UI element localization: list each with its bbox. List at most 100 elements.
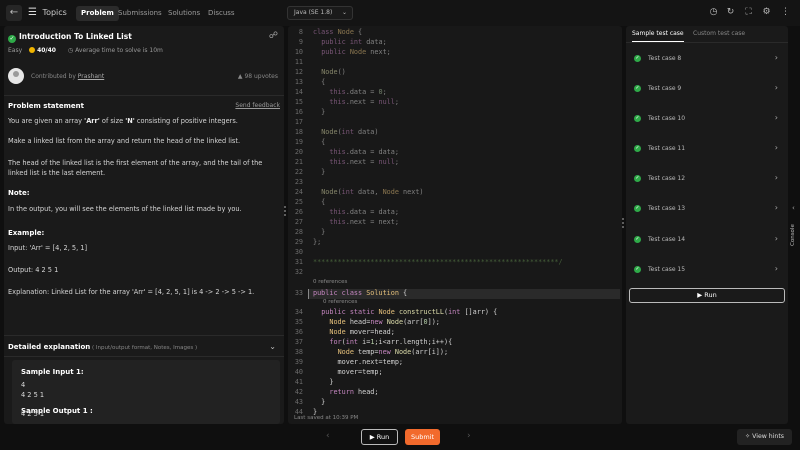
chevron-right-icon: › [774, 203, 778, 212]
references-label[interactable]: 0 references [313, 279, 347, 285]
test-case-label: Test case 9 [648, 85, 682, 92]
code-line: 14 this.data = 0; [294, 88, 387, 96]
note-heading: Note: [8, 189, 30, 197]
test-case-item[interactable]: ✓ Test case 15 › [632, 264, 782, 276]
passed-check-icon: ✓ [634, 145, 641, 152]
run-button[interactable]: ▶ Run [361, 429, 398, 445]
play-icon: ▶ [369, 433, 375, 441]
code-editor[interactable]: 8 class Node { 9 public int data; 10 publ… [288, 26, 622, 424]
statement-para-3: The head of the linked list is the first… [8, 159, 263, 177]
test-case-item[interactable]: ✓ Test case 8 › [632, 53, 782, 65]
code-line: 24 Node(int data, Node next) [294, 188, 424, 196]
avatar [8, 68, 24, 84]
next-arrow-icon[interactable]: › [467, 431, 471, 441]
code-line: 26 this.data = data; [294, 208, 399, 216]
references-label[interactable]: 0 references [323, 299, 357, 305]
difficulty-label: Easy [8, 47, 23, 54]
settings-icon[interactable]: ⚙ [761, 7, 772, 18]
send-feedback-link[interactable]: Send feedback [235, 102, 280, 109]
play-icon: ▶ [697, 291, 703, 299]
topics-button[interactable]: ☰ Topics [28, 6, 67, 20]
chevron-right-icon: › [774, 234, 778, 243]
language-select[interactable]: Java (SE 1.8) ⌄ [287, 6, 353, 20]
submit-button[interactable]: Submit [405, 429, 440, 445]
back-arrow-icon[interactable]: ← [6, 5, 22, 21]
detailed-explanation-toggle[interactable]: Detailed explanation ( Input/output form… [4, 335, 284, 357]
code-line: 32 [294, 268, 303, 276]
test-case-label: Test case 10 [648, 115, 686, 122]
divider [4, 95, 284, 96]
test-case-label: Test case 13 [648, 205, 686, 212]
code-line: 35 Node head=new Node(arr[0]); [294, 318, 440, 326]
code-line: 37 for(int i=1;i<arr.length;i++){ [294, 338, 453, 346]
passed-check-icon: ✓ [634, 175, 641, 182]
code-line: 23 [294, 178, 303, 186]
fullscreen-icon[interactable]: ⛶ [743, 7, 754, 18]
tab-custom-test-case[interactable]: Custom test case [693, 30, 745, 42]
chevron-down-icon: ⌄ [341, 9, 347, 16]
code-line: 42 return head; [294, 388, 379, 396]
code-line: 40 mover=temp; [294, 368, 383, 376]
code-line: 19 { [294, 138, 326, 146]
refresh-icon[interactable]: ↻ [725, 7, 736, 18]
timer-icon[interactable]: ◷ [708, 7, 719, 18]
language-value: Java (SE 1.8) [294, 9, 333, 16]
menu-icon: ☰ [28, 7, 37, 18]
top-bar: ← ☰ Topics Problem Submissions Solutions… [0, 0, 800, 26]
statement-para-2: Make a linked list from the array and re… [8, 137, 241, 145]
chevron-right-icon: › [774, 53, 778, 62]
prev-arrow-icon[interactable]: ‹ [326, 431, 330, 441]
code-line: 15 this.next = null; [294, 98, 399, 106]
tab-solutions[interactable]: Solutions [163, 6, 205, 21]
test-case-item[interactable]: ✓ Test case 13 › [632, 203, 782, 215]
test-case-item[interactable]: ✓ Test case 10 › [632, 113, 782, 125]
code-line: 10 public Node next; [294, 48, 391, 56]
tab-discuss[interactable]: Discuss [203, 6, 240, 21]
code-line: 41 } [294, 378, 334, 386]
example-explanation: Explanation: Linked List for the array '… [8, 288, 255, 296]
code-line: 28 } [294, 228, 326, 236]
test-case-item[interactable]: ✓ Test case 12 › [632, 173, 782, 185]
code-line: 9 public int data; [298, 38, 387, 46]
test-cases-panel: Sample test case Custom test case ✓ Test … [626, 26, 788, 424]
chevron-right-icon: › [774, 113, 778, 122]
run-test-button[interactable]: ▶ Run [629, 288, 785, 303]
upvotes-count: 98 upvotes [244, 73, 278, 80]
statement-para-1: You are given an array 'Arr' of size 'N'… [8, 117, 238, 125]
chevron-left-icon: ‹ [792, 204, 795, 212]
tab-sample-test-case[interactable]: Sample test case [632, 30, 684, 42]
passed-check-icon: ✓ [634, 55, 641, 62]
test-case-item[interactable]: ✓ Test case 14 › [632, 234, 782, 246]
problem-panel: ✓ Introduction To Linked List ☍ Easy 40/4… [4, 26, 284, 424]
topics-label: Topics [42, 8, 67, 17]
test-case-item[interactable]: ✓ Test case 11 › [632, 143, 782, 155]
more-icon[interactable]: ⋮ [780, 7, 791, 18]
right-resize-handle[interactable] [622, 218, 625, 232]
problem-meta: Easy 40/40 ◷ Average time to solve is 10m [8, 47, 163, 54]
contributor-link[interactable]: Prashant [78, 73, 104, 80]
sample-input-heading: Sample Input 1: [21, 368, 84, 376]
code-line: 18 Node(int data) [294, 128, 379, 136]
test-case-item[interactable]: ✓ Test case 9 › [632, 83, 782, 95]
left-resize-handle[interactable] [284, 206, 287, 220]
tab-submissions[interactable]: Submissions [113, 6, 167, 21]
console-toggle[interactable]: ‹ Console [790, 26, 800, 424]
note-text: In the output, you will see the elements… [8, 205, 242, 213]
score-value: 40/40 [37, 47, 56, 54]
share-icon[interactable]: ☍ [269, 31, 278, 41]
statement-heading: Problem statement [8, 102, 84, 110]
code-line: 13 { [294, 78, 326, 86]
chevron-right-icon: › [774, 173, 778, 182]
contributor-row: Contributed by Prashant ▲ 98 upvotes [8, 68, 280, 86]
run-label: Run [704, 291, 717, 299]
code-line: 21 this.next = null; [294, 158, 399, 166]
chevron-down-icon: ⌄ [269, 342, 276, 351]
code-line: 29}; [294, 238, 322, 246]
upvotes[interactable]: ▲ 98 upvotes [238, 73, 278, 80]
code-line: 20 this.data = data; [294, 148, 399, 156]
code-line: 27 this.next = next; [294, 218, 399, 226]
view-hints-label: View hints [752, 433, 785, 440]
passed-check-icon: ✓ [634, 205, 641, 212]
view-hints-button[interactable]: ✧ View hints [737, 429, 792, 445]
passed-check-icon: ✓ [634, 115, 641, 122]
